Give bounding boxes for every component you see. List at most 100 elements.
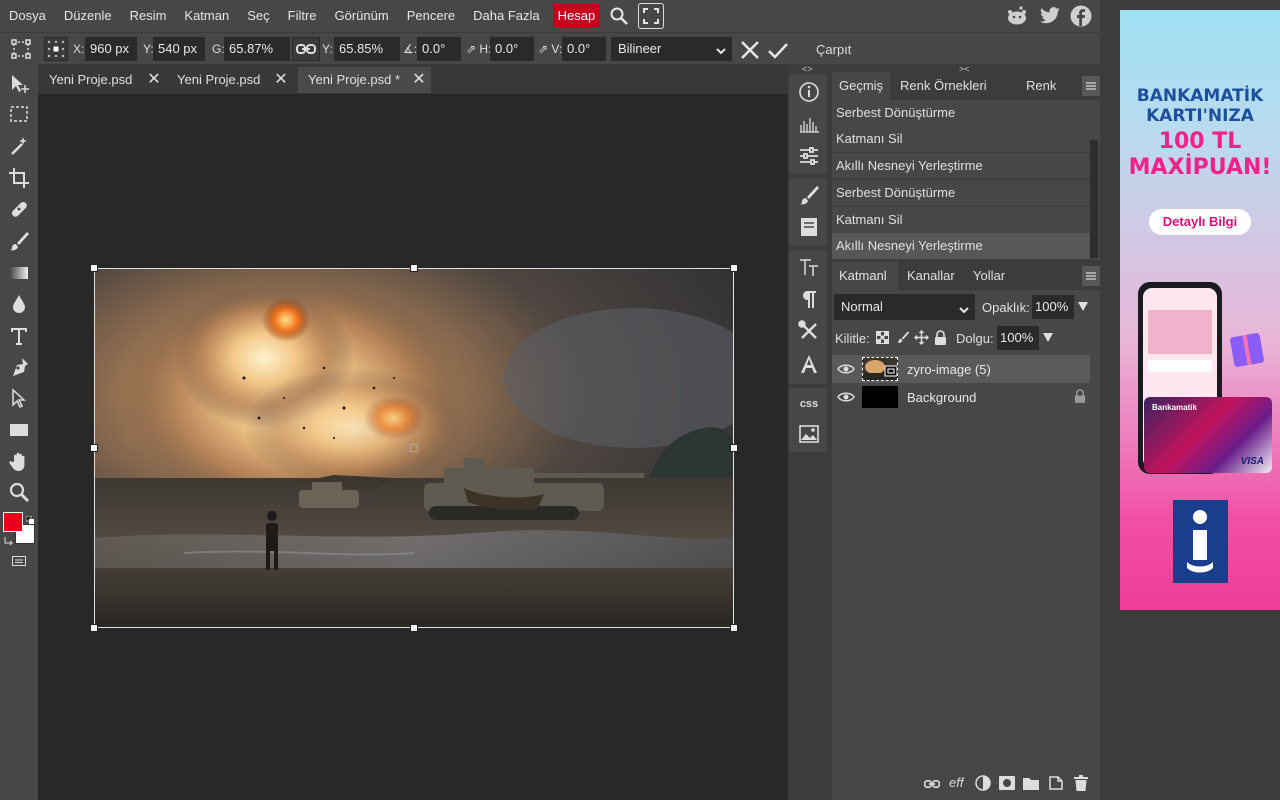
type-tool-icon[interactable] (5, 322, 33, 350)
menu-dosya[interactable]: Dosya (0, 0, 55, 32)
pen-tool-icon[interactable] (5, 353, 33, 381)
interpolation-select[interactable]: Bilineer (611, 37, 732, 61)
menu-katman[interactable]: Katman (175, 0, 238, 32)
search-icon[interactable] (606, 3, 632, 29)
mask-icon[interactable] (999, 776, 1015, 793)
width-field[interactable]: 65.87% (224, 37, 290, 61)
layer-effects-button[interactable]: eff (949, 775, 963, 790)
fill-field[interactable]: 100% (997, 326, 1039, 350)
tab-swatches[interactable]: Renk Örnekleri (893, 72, 994, 100)
transform-handle[interactable] (90, 624, 98, 632)
delete-layer-icon[interactable] (1074, 775, 1088, 794)
lock-all-icon[interactable] (934, 330, 947, 348)
path-select-icon[interactable] (5, 385, 33, 413)
history-item[interactable]: Serbest Dönüştürme (832, 100, 1090, 127)
paragraph-icon[interactable] (795, 285, 823, 313)
visibility-eye-icon[interactable] (837, 363, 855, 378)
cancel-icon[interactable] (739, 39, 761, 64)
panel-menu-icon[interactable] (1082, 266, 1100, 286)
tab-doc-1[interactable]: Yeni Proje.psd ✕ (39, 67, 163, 93)
new-layer-icon[interactable] (1048, 775, 1064, 794)
move-tool-icon[interactable] (5, 70, 33, 98)
transform-handle[interactable] (90, 264, 98, 272)
tab-history[interactable]: Geçmiş (832, 72, 891, 100)
history-item[interactable]: Katmanı Sil (832, 126, 1090, 153)
close-icon[interactable]: ✕ (274, 67, 288, 93)
account-button[interactable]: Hesap (552, 4, 601, 28)
adjustments-icon[interactable] (795, 142, 823, 170)
character-icon[interactable] (795, 253, 823, 281)
brush-settings-icon[interactable] (795, 181, 823, 209)
notes-icon[interactable] (795, 213, 823, 241)
menu-filtre[interactable]: Filtre (279, 0, 326, 32)
fullscreen-icon[interactable] (638, 3, 665, 29)
hand-tool-icon[interactable] (5, 448, 33, 476)
twitter-icon[interactable] (1038, 4, 1062, 28)
menu-resim[interactable]: Resim (121, 0, 176, 32)
healing-tool-icon[interactable] (5, 195, 33, 223)
tab-paths[interactable]: Yollar (966, 262, 1012, 290)
default-colors-icon[interactable] (25, 512, 34, 524)
info-icon[interactable] (795, 78, 823, 106)
history-item[interactable]: Akıllı Nesneyi Yerleştirme (832, 153, 1090, 180)
height-field[interactable]: 65.85% (334, 37, 400, 61)
layer-row-zyro-image[interactable]: zyro-image (5) (832, 355, 1090, 383)
confirm-icon[interactable] (767, 39, 789, 64)
menu-gorunum[interactable]: Görünüm (326, 0, 398, 32)
opacity-dropdown-icon[interactable] (1077, 300, 1089, 315)
tab-doc-2[interactable]: Yeni Proje.psd ✕ (167, 67, 291, 93)
tools-icon[interactable] (795, 317, 823, 345)
close-icon[interactable]: ✕ (147, 67, 161, 93)
magic-wand-icon[interactable] (5, 132, 33, 160)
opacity-field[interactable]: 100% (1032, 295, 1074, 319)
menu-pencere[interactable]: Pencere (398, 0, 464, 32)
folder-icon[interactable] (1023, 776, 1039, 793)
facebook-icon[interactable] (1069, 4, 1093, 28)
histogram-icon[interactable] (795, 110, 823, 138)
reference-point-grid[interactable] (44, 37, 68, 61)
brush-tool-icon[interactable] (5, 227, 33, 255)
reddit-icon[interactable] (1005, 4, 1029, 28)
lock-pixels-icon[interactable] (896, 330, 910, 347)
glyph-icon[interactable] (795, 350, 823, 378)
menu-sec[interactable]: Seç (238, 0, 278, 32)
tab-layers[interactable]: Katmanl (832, 262, 898, 290)
shape-tool-icon[interactable] (5, 416, 33, 444)
transform-handle[interactable] (730, 264, 738, 272)
history-item[interactable]: Serbest Dönüştürme (832, 180, 1090, 207)
history-item[interactable]: Katmanı Sil (832, 207, 1090, 234)
layer-row-background[interactable]: Background (832, 383, 1090, 411)
css-icon[interactable]: css (795, 390, 823, 418)
lock-position-icon[interactable] (914, 330, 929, 348)
x-field[interactable]: 960 px (85, 37, 137, 61)
transform-handle[interactable] (410, 624, 418, 632)
quick-mask-icon[interactable] (12, 554, 26, 569)
close-icon[interactable]: ✕ (412, 67, 426, 93)
foreground-color-top[interactable] (3, 512, 23, 532)
gradient-tool-icon[interactable] (5, 259, 33, 287)
blend-mode-select[interactable]: Normal (834, 294, 975, 320)
history-item-current[interactable]: Akıllı Nesneyi Yerleştirme (832, 233, 1090, 260)
fill-dropdown-icon[interactable] (1042, 331, 1054, 346)
transform-center-point[interactable] (410, 444, 418, 452)
crop-tool-icon[interactable] (5, 164, 33, 192)
panel-menu-icon[interactable] (1082, 76, 1100, 96)
warp-button[interactable]: Çarpıt (816, 42, 851, 57)
swap-colors-icon[interactable] (4, 534, 14, 546)
ad-cta-button[interactable]: Detaylı Bilgi (1149, 209, 1251, 235)
menu-daha-fazla[interactable]: Daha Fazla (464, 0, 548, 32)
tab-doc-3[interactable]: Yeni Proje.psd * ✕ (298, 67, 431, 93)
angle-field[interactable]: 0.0° (417, 37, 461, 61)
history-scrollbar[interactable] (1090, 140, 1098, 258)
transform-handle[interactable] (730, 444, 738, 452)
visibility-eye-icon[interactable] (837, 391, 855, 406)
skew-h-field[interactable]: 0.0° (490, 37, 534, 61)
transform-handle[interactable] (410, 264, 418, 272)
blur-tool-icon[interactable] (5, 290, 33, 318)
transform-handle[interactable] (90, 444, 98, 452)
y-field[interactable]: 540 px (153, 37, 205, 61)
link-layers-icon[interactable] (924, 777, 940, 792)
adjustment-layer-icon[interactable] (975, 775, 991, 794)
image-icon[interactable] (795, 420, 823, 448)
tab-channels[interactable]: Kanallar (900, 262, 962, 290)
